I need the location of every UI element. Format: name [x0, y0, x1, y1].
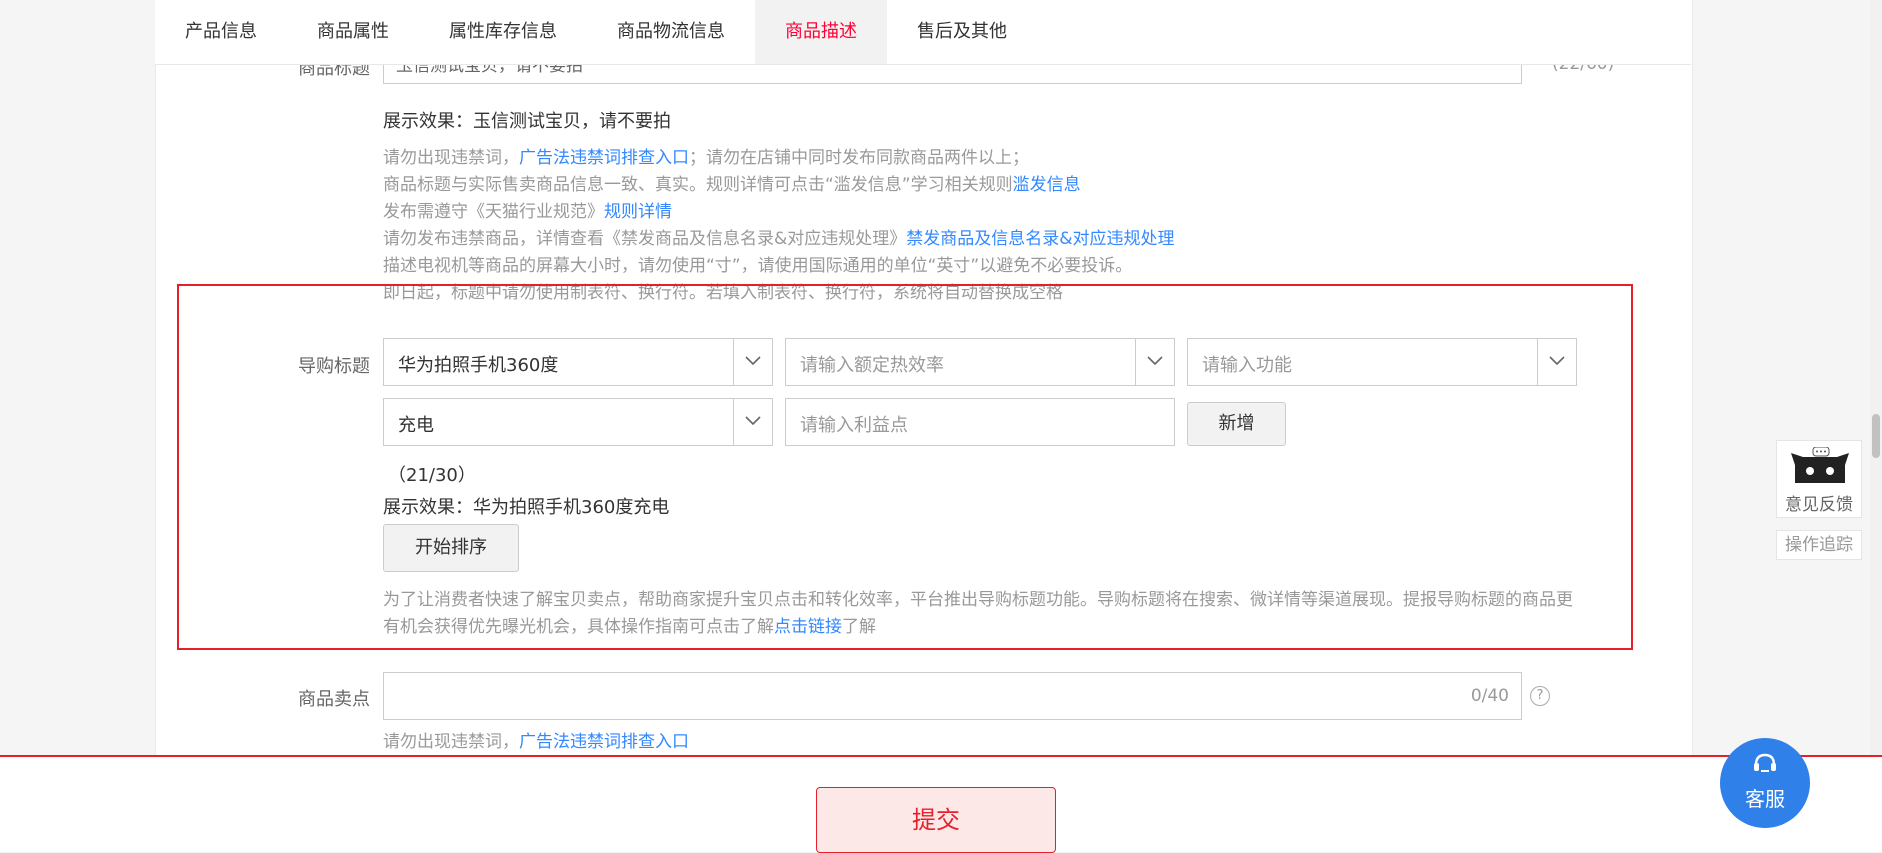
title-note-5: 描述电视机等商品的屏幕大小时，请勿使用“寸”，请使用国际通用的单位“英寸”以避免…	[383, 256, 1133, 276]
scrollbar-thumb[interactable]	[1872, 414, 1880, 458]
guide-select-3[interactable]: 请输入功能	[1187, 338, 1577, 386]
customer-service-button[interactable]: 客服	[1720, 738, 1810, 828]
customer-service-label: 客服	[1745, 787, 1785, 811]
sort-button[interactable]: 开始排序	[383, 524, 519, 572]
spam-info-link[interactable]: 滥发信息	[1013, 175, 1081, 195]
ad-law-link[interactable]: 广告法违禁词排查入口	[519, 148, 689, 168]
chevron-down-icon[interactable]	[733, 339, 772, 385]
tab-logistics[interactable]: 商品物流信息	[587, 0, 755, 64]
tab-stock-info[interactable]: 属性库存信息	[419, 0, 587, 64]
bottom-bar: 提交	[0, 755, 1882, 853]
selling-point-note: 请勿出现违禁词，广告法违禁词排查入口	[383, 732, 689, 752]
guide-count: （21/30）	[388, 465, 476, 486]
headset-icon	[1753, 752, 1777, 778]
guide-select-2-placeholder: 请输入额定热效率	[800, 355, 944, 376]
banned-goods-link[interactable]: 禁发商品及信息名录&对应违规处理	[906, 229, 1174, 249]
guide-desc-line-2: 有机会获得优先曝光机会，具体操作指南可点击了解点击链接了解	[383, 617, 876, 637]
guide-select-1[interactable]: 华为拍照手机360度	[383, 338, 773, 386]
chevron-down-icon[interactable]	[733, 399, 772, 445]
chevron-down-icon[interactable]	[1135, 339, 1174, 385]
feedback-label: 意见反馈	[1785, 495, 1853, 515]
ad-law-link-2[interactable]: 广告法违禁词排查入口	[519, 732, 689, 752]
guide-title-label: 导购标题	[298, 356, 370, 377]
tab-attributes[interactable]: 商品属性	[287, 0, 419, 64]
feedback-widget[interactable]: 意见反馈	[1776, 440, 1862, 518]
submit-button[interactable]: 提交	[816, 787, 1056, 853]
guide-select-4-value: 充电	[398, 415, 434, 436]
scrollbar[interactable]	[1870, 0, 1882, 850]
title-preview: 展示效果：玉信测试宝贝，请不要拍	[383, 111, 671, 132]
guide-link[interactable]: 点击链接	[774, 617, 842, 637]
title-note-6: 即日起，标题中请勿使用制表符、换行符。若填入制表符、换行符，系统将自动替换成空格	[383, 283, 1063, 303]
tab-bar: 产品信息 商品属性 属性库存信息 商品物流信息 商品描述 售后及其他	[155, 0, 1691, 65]
benefit-input[interactable]: 请输入利益点	[785, 398, 1175, 446]
title-note-2: 商品标题与实际售卖商品信息一致、真实。规则详情可点击“滥发信息”学习相关规则滥发…	[383, 175, 1081, 195]
selling-point-input[interactable]: 0/40	[383, 672, 1522, 720]
tab-aftersale[interactable]: 售后及其他	[887, 0, 1037, 64]
selling-point-count: 0/40	[1470, 686, 1509, 706]
cat-face-icon	[1791, 446, 1849, 489]
tab-description[interactable]: 商品描述	[755, 0, 887, 64]
help-icon[interactable]: ?	[1530, 686, 1550, 706]
title-note-3: 发布需遵守《天猫行业规范》规则详情	[383, 202, 672, 222]
guide-select-2[interactable]: 请输入额定热效率	[785, 338, 1175, 386]
guide-preview: 展示效果：华为拍照手机360度充电	[383, 497, 670, 518]
guide-select-3-placeholder: 请输入功能	[1202, 355, 1292, 376]
tab-product-info[interactable]: 产品信息	[155, 0, 287, 64]
title-note-4: 请勿发布违禁商品，详情查看《禁发商品及信息名录&对应违规处理》禁发商品及信息名录…	[383, 229, 1175, 249]
benefit-input-placeholder: 请输入利益点	[800, 415, 908, 436]
guide-select-4[interactable]: 充电	[383, 398, 773, 446]
selling-point-label: 商品卖点	[298, 689, 370, 710]
guide-select-1-value: 华为拍照手机360度	[398, 355, 559, 376]
trace-button[interactable]: 操作追踪	[1776, 530, 1862, 560]
chevron-down-icon[interactable]	[1537, 339, 1576, 385]
add-button[interactable]: 新增	[1187, 402, 1286, 446]
rule-detail-link[interactable]: 规则详情	[604, 202, 672, 222]
title-note-1: 请勿出现违禁词，广告法违禁词排查入口；请勿在店铺中同时发布同款商品两件以上；	[383, 148, 1029, 168]
guide-desc-line-1: 为了让消费者快速了解宝贝卖点，帮助商家提升宝贝点击和转化效率，平台推出导购标题功…	[383, 590, 1573, 610]
